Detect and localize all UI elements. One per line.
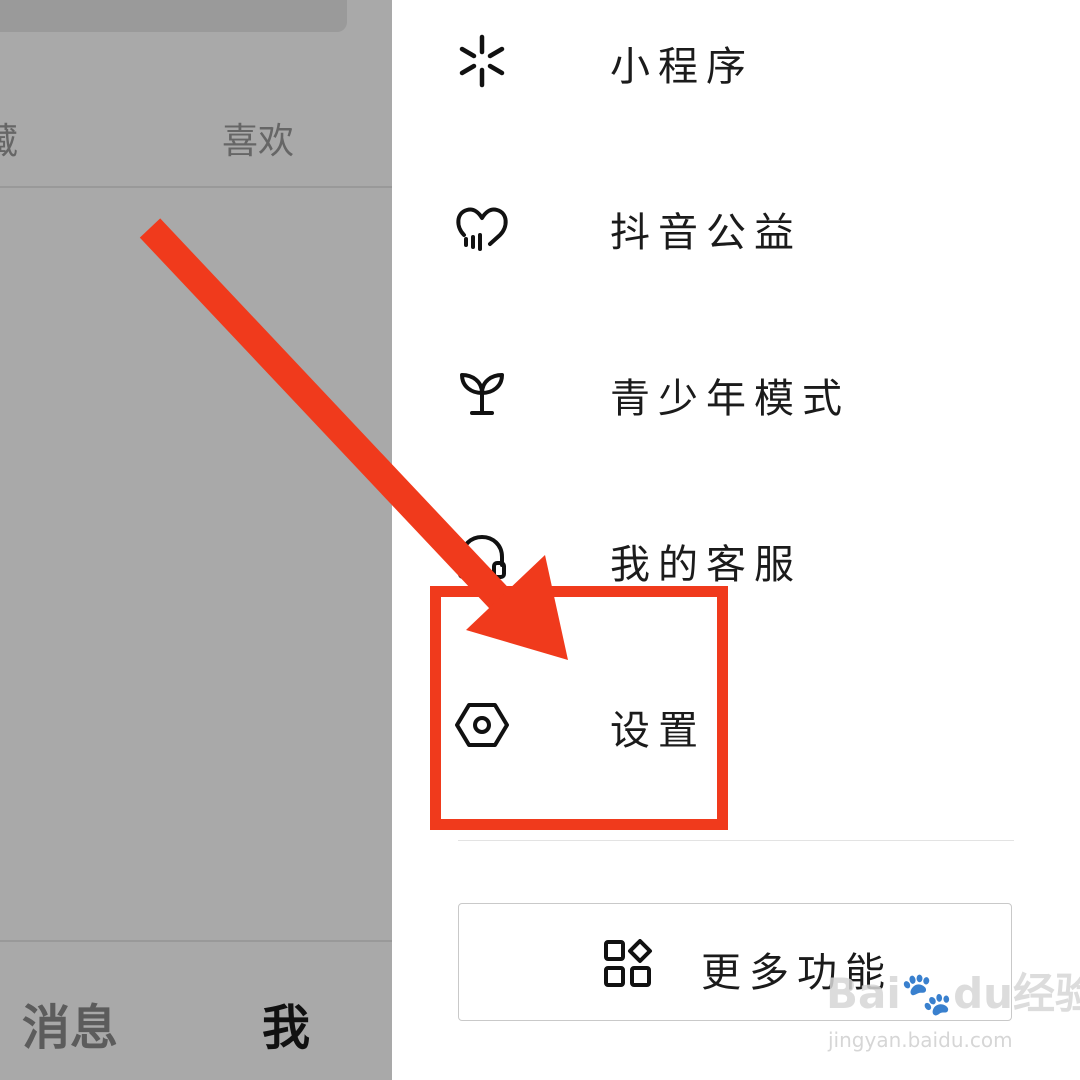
headset-icon (452, 529, 512, 589)
tab-favorites[interactable]: 藏 (0, 112, 18, 164)
menu-label-mini-programs: 小程序 (610, 44, 754, 90)
menu-item-mini-programs[interactable]: 小程序 (452, 16, 1052, 106)
nav-me[interactable]: 我 (262, 988, 310, 1058)
profile-page-dimmed: 藏 喜欢 消息 我 (0, 0, 392, 1080)
watermark-url: jingyan.baidu.com (828, 1028, 1013, 1052)
charity-heart-icon (452, 197, 512, 257)
mini-program-icon (452, 31, 512, 91)
sprout-icon (452, 363, 512, 423)
menu-item-youth-mode[interactable]: 青少年模式 (452, 348, 1052, 438)
annotation-highlight-box (430, 586, 728, 830)
baidu-jingyan-watermark: Bai🐾du经验 jingyan.baidu.com (826, 960, 1080, 1060)
menu-label-youth-mode: 青少年模式 (610, 376, 850, 422)
nav-messages[interactable]: 消息 (22, 988, 118, 1058)
tabs-divider (0, 186, 392, 188)
side-drawer-menu: 小程序 抖音公益 青少年模式 我的客服 设置 更多功能 (392, 0, 1080, 1080)
apps-grid-icon (603, 939, 653, 989)
watermark-logo: Bai🐾du经验 (826, 969, 1080, 1018)
bottom-nav-divider (0, 940, 392, 942)
profile-top-card (0, 0, 347, 32)
menu-item-charity[interactable]: 抖音公益 (452, 182, 1052, 272)
drawer-divider (458, 840, 1014, 841)
tab-likes[interactable]: 喜欢 (222, 112, 294, 164)
menu-label-customer-service: 我的客服 (610, 542, 802, 588)
menu-label-charity: 抖音公益 (610, 210, 802, 256)
